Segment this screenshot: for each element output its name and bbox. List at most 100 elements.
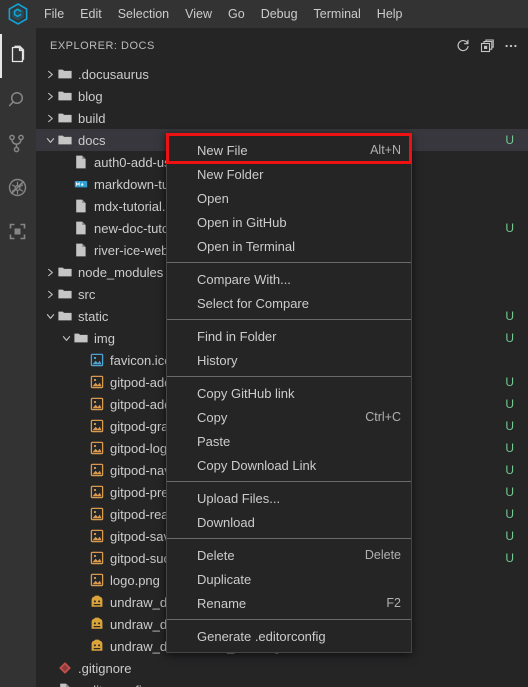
context-menu-item-rename[interactable]: Rename F2 (167, 591, 411, 615)
context-menu-item-shortcut: Ctrl+C (365, 410, 401, 424)
tree-row-label: img (94, 330, 115, 346)
image-orange-icon (88, 547, 106, 569)
image-orange-icon (88, 437, 106, 459)
context-menu-item-label: New Folder (197, 166, 264, 182)
png-image-icon (90, 397, 104, 411)
menu-file[interactable]: File (36, 0, 72, 28)
tree-row[interactable]: .docusaurus (36, 63, 528, 85)
tree-row-label: blog (78, 88, 103, 104)
more-actions-icon (505, 44, 517, 47)
tree-twisty[interactable] (60, 327, 72, 349)
context-menu-item-paste[interactable]: Paste (167, 429, 411, 453)
mdx-file-icon (74, 181, 88, 188)
activity-source-control-button[interactable] (0, 122, 36, 166)
context-menu-item-label: History (197, 352, 238, 368)
activity-search-button[interactable] (0, 78, 36, 122)
menu-terminal[interactable]: Terminal (306, 0, 369, 28)
activity-extensions-button[interactable] (0, 210, 36, 254)
tree-row-label: build (78, 110, 106, 126)
tree-row-label: docs (78, 132, 106, 148)
tree-twisty[interactable] (44, 129, 56, 151)
tree-row[interactable]: .gitignore (36, 657, 528, 679)
context-menu-item-new-folder[interactable]: New Folder (167, 162, 411, 186)
menu-debug[interactable]: Debug (253, 0, 306, 28)
collapse-all-button[interactable] (476, 35, 498, 57)
context-menu-item-find-in-folder[interactable]: Find in Folder (167, 324, 411, 348)
tree-row[interactable]: build (36, 107, 528, 129)
context-menu-item-label: Copy (197, 409, 228, 425)
folder-icon (58, 267, 72, 277)
context-menu-item-select-for-compare[interactable]: Select for Compare (167, 291, 411, 315)
tree-twisty[interactable] (44, 63, 56, 85)
menu-selection[interactable]: Selection (110, 0, 177, 28)
file-icon (76, 199, 86, 213)
menu-view[interactable]: View (177, 0, 220, 28)
explorer-header: EXPLORER: DOCS (36, 28, 528, 63)
png-image-icon (90, 463, 104, 477)
context-menu-item-compare-with[interactable]: Compare With... (167, 267, 411, 291)
context-menu-item-copy-download-link[interactable]: Copy Download Link (167, 453, 411, 477)
tree-twisty[interactable] (44, 85, 56, 107)
context-menu-item-label: Copy GitHub link (197, 385, 295, 401)
file-icon (76, 221, 86, 235)
file-mdx-icon (72, 173, 90, 195)
git-status-badge: U (505, 419, 514, 433)
image-orange-icon (88, 569, 106, 591)
context-menu-item-new-file[interactable]: New File Alt+N (167, 138, 411, 162)
file-md-icon (72, 239, 90, 261)
context-menu-item-label: Select for Compare (197, 295, 309, 311)
folder-icon (56, 261, 74, 283)
context-menu-separator (167, 262, 411, 263)
image-orange-icon (88, 415, 106, 437)
context-menu-item-label: Copy Download Link (197, 457, 317, 473)
context-menu-item-download[interactable]: Download (167, 510, 411, 534)
chevron-down-icon (46, 313, 54, 319)
context-menu-item-copy-github-link[interactable]: Copy GitHub link (167, 381, 411, 405)
tree-twisty[interactable] (44, 107, 56, 129)
context-menu-item-duplicate[interactable]: Duplicate (167, 567, 411, 591)
refresh-icon (457, 39, 469, 51)
context-menu-item-copy[interactable]: Copy Ctrl+C (167, 405, 411, 429)
file-context-menu[interactable]: New File Alt+N New Folder Open Open in GitHu… (166, 133, 412, 653)
tree-row-label: .editorconfig (78, 683, 149, 687)
refresh-button[interactable] (452, 35, 474, 57)
context-menu-item-label: Compare With... (197, 271, 291, 287)
chevron-right-icon (47, 114, 53, 122)
menu-edit[interactable]: Edit (72, 0, 110, 28)
tree-twisty[interactable] (44, 283, 56, 305)
menu-help[interactable]: Help (369, 0, 411, 28)
context-menu-separator (167, 481, 411, 482)
tree-twisty[interactable] (44, 305, 56, 327)
context-menu-item-generate-editorconfig[interactable]: Generate .editorconfig (167, 624, 411, 648)
menu-go[interactable]: Go (220, 0, 253, 28)
context-menu-item-history[interactable]: History (167, 348, 411, 372)
context-menu-item-upload-files[interactable]: Upload Files... (167, 486, 411, 510)
context-menu-item-delete[interactable]: Delete Delete (167, 543, 411, 567)
tree-row[interactable]: blog (36, 85, 528, 107)
image-file-icon (90, 353, 104, 367)
tree-row-label: src (78, 286, 96, 302)
context-menu-item-open-in-github[interactable]: Open in GitHub (167, 210, 411, 234)
explorer-actions (452, 35, 522, 57)
tree-row-label: .gitignore (78, 660, 132, 676)
image-orange-icon (88, 481, 106, 503)
context-menu-item-label: Upload Files... (197, 490, 281, 506)
tree-row[interactable]: .editorconfig (36, 679, 528, 687)
activity-run-debug-button[interactable] (0, 166, 36, 210)
tree-twisty[interactable] (44, 261, 56, 283)
context-menu-item-open-in-terminal[interactable]: Open in Terminal (167, 234, 411, 258)
context-menu-item-open[interactable]: Open (167, 186, 411, 210)
activity-explorer-button[interactable] (0, 34, 36, 78)
more-actions-button[interactable] (500, 35, 522, 57)
file-md-icon (72, 195, 90, 217)
